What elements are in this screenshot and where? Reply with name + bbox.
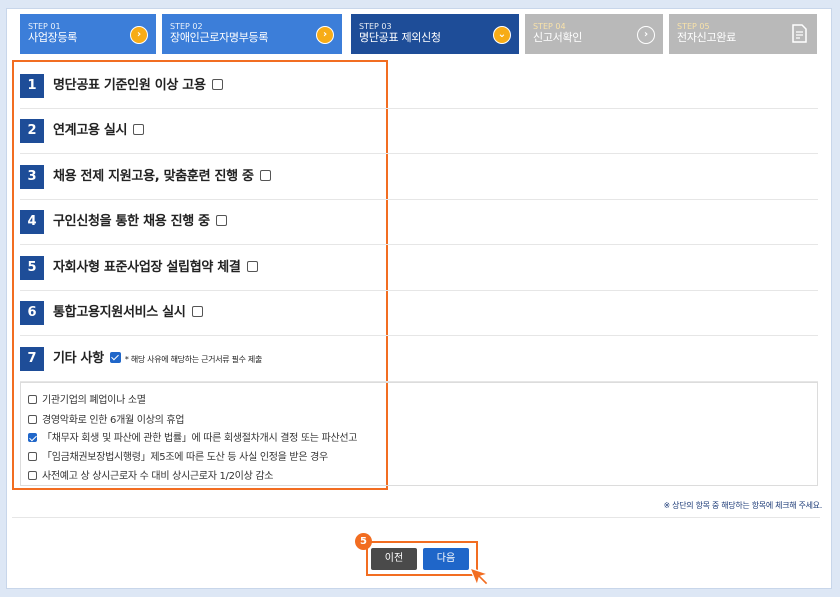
- item-number: 1: [20, 74, 44, 98]
- item-number: 7: [20, 347, 44, 371]
- next-button[interactable]: 다음: [423, 548, 469, 570]
- other-reasons-panel: 기관기업의 폐업이나 소멸 경영악화로 인한 6개월 이상의 휴업 「채무자 회…: [20, 382, 818, 486]
- exclusion-item-5: 5 자회사형 표준사업장 설립협약 체결: [20, 256, 818, 291]
- item-label: 자회사형 표준사업장 설립협약 체결: [53, 260, 241, 275]
- required-doc-note: * 해당 사유에 해당하는 근거서류 필수 제출: [124, 355, 263, 364]
- item-checkbox[interactable]: [211, 79, 223, 90]
- item-number: 3: [20, 165, 44, 189]
- item-number: 5: [20, 256, 44, 280]
- step-1[interactable]: STEP 01 사업장등록 ›: [20, 14, 156, 54]
- step-badge: 5: [355, 533, 372, 550]
- item-checkbox[interactable]: [191, 306, 203, 317]
- item-number: 2: [20, 119, 44, 143]
- item-label: 기타 사항: [53, 351, 104, 366]
- step-4: STEP 04 신고서확인 ›: [525, 14, 663, 54]
- sub-option-label: 「임금채권보장법시행령」제5조에 따른 도산 등 사실 인정을 받은 경우: [42, 452, 328, 463]
- item-checkbox[interactable]: [246, 261, 258, 272]
- sub-option-checkbox[interactable]: [28, 452, 37, 461]
- sub-option-checkbox[interactable]: [28, 471, 37, 480]
- sub-option-label: 사전예고 상 상시근로자 수 대비 상시근로자 1/2이상 감소: [42, 471, 274, 482]
- chevron-right-icon: ›: [316, 26, 334, 44]
- sub-option-checkbox[interactable]: [28, 415, 37, 424]
- document-icon: [792, 24, 807, 43]
- item-label: 구인신청을 통한 채용 진행 중: [53, 214, 210, 229]
- sub-option-3[interactable]: 「채무자 회생 및 파산에 관한 법률」에 따른 회생절차개시 결정 또는 파산…: [28, 433, 357, 445]
- sub-option-5[interactable]: 사전예고 상 상시근로자 수 대비 상시근로자 1/2이상 감소: [28, 471, 273, 483]
- sub-option-2[interactable]: 경영악화로 인한 6개월 이상의 휴업: [28, 415, 184, 427]
- sub-option-label: 기관기업의 폐업이나 소멸: [42, 395, 146, 406]
- sub-option-4[interactable]: 「임금채권보장법시행령」제5조에 따른 도산 등 사실 인정을 받은 경우: [28, 452, 328, 464]
- sub-option-checkbox[interactable]: [28, 433, 37, 442]
- step-progress-bar: STEP 01 사업장등록 › STEP 02 장애인근로자명부등록 › STE…: [12, 14, 830, 54]
- item-label: 연계고용 실시: [53, 123, 128, 138]
- sub-option-checkbox[interactable]: [28, 395, 37, 404]
- item-checkbox[interactable]: [109, 352, 121, 363]
- step-3[interactable]: STEP 03 명단공표 제외신청 ⌄: [351, 14, 519, 54]
- pointer-cursor-icon: [468, 567, 490, 587]
- item-label: 통합고용지원서비스 실시: [53, 305, 186, 320]
- sub-option-label: 「채무자 회생 및 파산에 관한 법률」에 따른 회생절차개시 결정 또는 파산…: [42, 433, 358, 444]
- exclusion-item-4: 4 구인신청을 통한 채용 진행 중: [20, 210, 818, 245]
- item-label: 채용 전제 지원고용, 맞춤훈련 진행 중: [53, 169, 254, 184]
- chevron-down-icon: ⌄: [493, 26, 511, 44]
- exclusion-item-7: 7 기타 사항 * 해당 사유에 해당하는 근거서류 필수 제출: [20, 347, 818, 382]
- item-checkbox[interactable]: [215, 215, 227, 226]
- exclusion-item-3: 3 채용 전제 지원고용, 맞춤훈련 진행 중: [20, 165, 818, 200]
- sub-option-1[interactable]: 기관기업의 폐업이나 소멸: [28, 395, 146, 407]
- exclusion-item-6: 6 통합고용지원서비스 실시: [20, 301, 818, 336]
- sub-option-label: 경영악화로 인한 6개월 이상의 휴업: [42, 415, 185, 426]
- step-2[interactable]: STEP 02 장애인근로자명부등록 ›: [162, 14, 342, 54]
- item-number: 4: [20, 210, 44, 234]
- exclusion-item-2: 2 연계고용 실시: [20, 119, 818, 154]
- check-hint: ※ 상단의 항목 중 해당하는 항목에 체크해 주세요.: [663, 501, 823, 510]
- item-number: 6: [20, 301, 44, 325]
- chevron-right-icon: ›: [637, 26, 655, 44]
- item-checkbox[interactable]: [259, 170, 271, 181]
- item-label: 명단공표 기준인원 이상 고용: [53, 78, 206, 93]
- divider: [12, 517, 820, 518]
- exclusion-item-1: 1 명단공표 기준인원 이상 고용: [20, 74, 818, 109]
- chevron-right-icon: ›: [130, 26, 148, 44]
- item-checkbox[interactable]: [133, 124, 145, 135]
- step-5: STEP 05 전자신고완료: [669, 14, 817, 54]
- prev-button[interactable]: 이전: [371, 548, 417, 570]
